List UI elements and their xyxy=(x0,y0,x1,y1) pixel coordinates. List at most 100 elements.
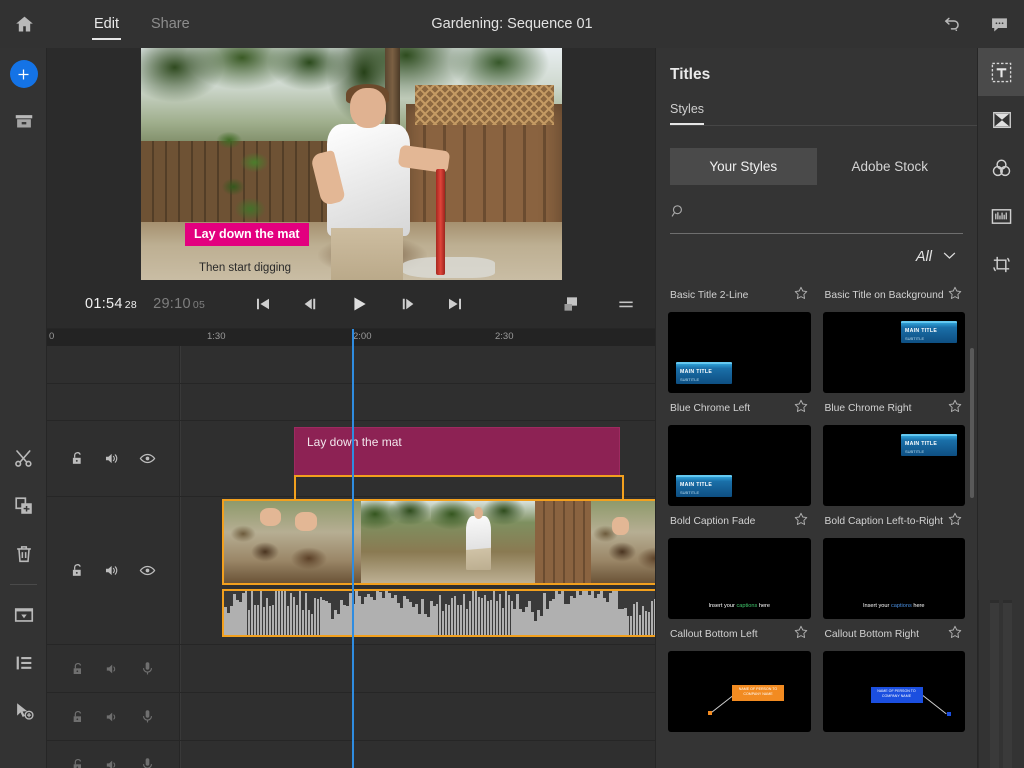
style-thumbnail[interactable]: NAME OF PERSON TO COMPANY NAME xyxy=(823,651,966,732)
lock-icon[interactable] xyxy=(70,709,86,725)
search-input[interactable] xyxy=(695,207,963,221)
track-lane[interactable] xyxy=(180,645,655,692)
style-thumbnail[interactable]: MAIN TITLE SUBTITLE xyxy=(668,312,811,393)
track-audio-a3[interactable] xyxy=(47,741,655,768)
go-to-end-button[interactable] xyxy=(442,291,468,317)
style-card[interactable]: Blue Chrome Left MAIN TITLE SUBTITLE xyxy=(668,393,811,506)
style-thumbnail[interactable]: MAIN TITLE SUBTITLE xyxy=(823,425,966,506)
favorite-star-icon[interactable] xyxy=(947,624,963,645)
style-card[interactable]: Callout Bottom Right NAME OF PERSON TO C… xyxy=(823,619,966,732)
timeline-ruler[interactable]: 0 1:30 2:00 2:30 xyxy=(47,329,655,346)
comment-icon[interactable] xyxy=(982,7,1016,41)
panel-scrollbar[interactable] xyxy=(970,348,974,498)
transform-tool-button[interactable] xyxy=(978,240,1024,288)
track-lane[interactable] xyxy=(180,693,655,740)
select-add-button[interactable] xyxy=(0,687,47,735)
add-media-button[interactable] xyxy=(0,50,47,98)
style-card[interactable]: Bold Caption Fade Insert your captions h… xyxy=(668,506,811,619)
segment-adobe-stock[interactable]: Adobe Stock xyxy=(817,148,964,185)
favorite-star-icon[interactable] xyxy=(793,511,809,532)
delete-button[interactable] xyxy=(0,530,47,578)
favorite-star-icon[interactable] xyxy=(793,624,809,645)
list-view-button[interactable] xyxy=(0,639,47,687)
track-video-v1[interactable] xyxy=(47,497,655,645)
style-card[interactable]: Bold Caption Left-to-Right Insert your c… xyxy=(823,506,966,619)
track-audio-a1[interactable] xyxy=(47,645,655,693)
eye-icon[interactable] xyxy=(138,450,157,467)
color-circles-icon xyxy=(990,157,1013,180)
tab-share-label: Share xyxy=(151,16,190,32)
export-button[interactable] xyxy=(0,591,47,639)
microphone-icon[interactable] xyxy=(139,708,156,725)
eye-icon[interactable] xyxy=(138,562,157,579)
style-thumbnail[interactable]: MAIN TITLE SUBTITLE xyxy=(823,312,966,393)
speaker-icon[interactable] xyxy=(104,757,121,768)
style-card[interactable]: Basic Title on Background MAIN TITLE SUB… xyxy=(823,280,966,393)
hamburger-menu-icon[interactable] xyxy=(613,291,639,317)
favorite-star-icon[interactable] xyxy=(947,511,963,532)
step-forward-icon xyxy=(397,295,417,313)
undo-icon[interactable] xyxy=(934,7,968,41)
track-title-v2[interactable]: Lay down the mat xyxy=(47,421,655,497)
track-lane[interactable] xyxy=(180,346,655,383)
lock-icon[interactable] xyxy=(69,450,86,467)
favorite-star-icon[interactable] xyxy=(793,398,809,419)
current-timecode[interactable]: 01:5428 xyxy=(85,296,137,312)
track-audio-a2[interactable] xyxy=(47,693,655,741)
tab-edit[interactable]: Edit xyxy=(78,0,135,48)
step-back-button[interactable] xyxy=(298,291,324,317)
add-clip-icon xyxy=(13,495,35,517)
style-card[interactable]: Blue Chrome Right MAIN TITLE SUBTITLE xyxy=(823,393,966,506)
video-preview[interactable]: Lay down the mat Then start digging xyxy=(141,48,562,280)
tab-styles[interactable]: Styles xyxy=(670,102,704,125)
speaker-icon[interactable] xyxy=(103,450,121,467)
audio-tool-button[interactable] xyxy=(978,192,1024,240)
tab-share[interactable]: Share xyxy=(135,0,206,48)
track-header xyxy=(47,645,180,692)
play-button[interactable] xyxy=(346,291,372,317)
track-lane[interactable] xyxy=(180,741,655,768)
microphone-icon[interactable] xyxy=(139,660,156,677)
track-lane[interactable]: Lay down the mat xyxy=(180,421,655,496)
favorite-star-icon[interactable] xyxy=(793,285,809,306)
track-lane[interactable] xyxy=(180,384,655,420)
favorite-star-icon[interactable] xyxy=(947,398,963,419)
track-empty-second[interactable] xyxy=(47,384,655,421)
style-thumbnail[interactable]: MAIN TITLE SUBTITLE xyxy=(668,425,811,506)
playhead[interactable] xyxy=(352,329,354,768)
transitions-tool-button[interactable] xyxy=(978,96,1024,144)
audio-clip[interactable] xyxy=(222,589,697,637)
segment-your-styles[interactable]: Your Styles xyxy=(670,148,817,185)
style-card[interactable]: Basic Title 2-Line MAIN TITLE SUBTITLE xyxy=(668,280,811,393)
cut-tool-button[interactable] xyxy=(0,434,47,482)
color-tool-button[interactable] xyxy=(978,144,1024,192)
playback-quality-icon[interactable] xyxy=(559,291,585,317)
lock-icon[interactable] xyxy=(70,757,86,768)
timeline-panel[interactable]: 0 1:30 2:00 2:30 xyxy=(47,328,655,768)
media-browser-button[interactable] xyxy=(0,98,47,146)
style-card[interactable]: Callout Bottom Left NAME OF PERSON TO CO… xyxy=(668,619,811,732)
favorite-star-icon[interactable] xyxy=(947,285,963,306)
video-clip[interactable] xyxy=(224,501,695,583)
lock-icon[interactable] xyxy=(70,661,86,677)
lock-icon[interactable] xyxy=(69,562,86,579)
style-thumbnail[interactable]: NAME OF PERSON TO COMPANY NAME xyxy=(668,651,811,732)
home-icon[interactable] xyxy=(0,0,48,48)
speaker-icon[interactable] xyxy=(103,562,121,579)
duplicate-clip-button[interactable] xyxy=(0,482,47,530)
track-header xyxy=(47,346,180,383)
microphone-icon[interactable] xyxy=(139,756,156,768)
track-header xyxy=(47,693,180,740)
style-card-label-row: Callout Bottom Right xyxy=(823,619,966,651)
speaker-icon[interactable] xyxy=(104,709,121,725)
go-to-start-button[interactable] xyxy=(250,291,276,317)
track-empty-top[interactable] xyxy=(47,346,655,384)
title-clip[interactable]: Lay down the mat xyxy=(294,427,620,477)
style-thumbnail[interactable]: Insert your captions here xyxy=(823,538,966,619)
step-forward-button[interactable] xyxy=(394,291,420,317)
titles-tool-button[interactable] xyxy=(978,48,1024,96)
filter-dropdown[interactable]: All xyxy=(676,248,957,266)
track-lane[interactable] xyxy=(180,497,655,644)
style-thumbnail[interactable]: Insert your captions here xyxy=(668,538,811,619)
speaker-icon[interactable] xyxy=(104,661,121,677)
